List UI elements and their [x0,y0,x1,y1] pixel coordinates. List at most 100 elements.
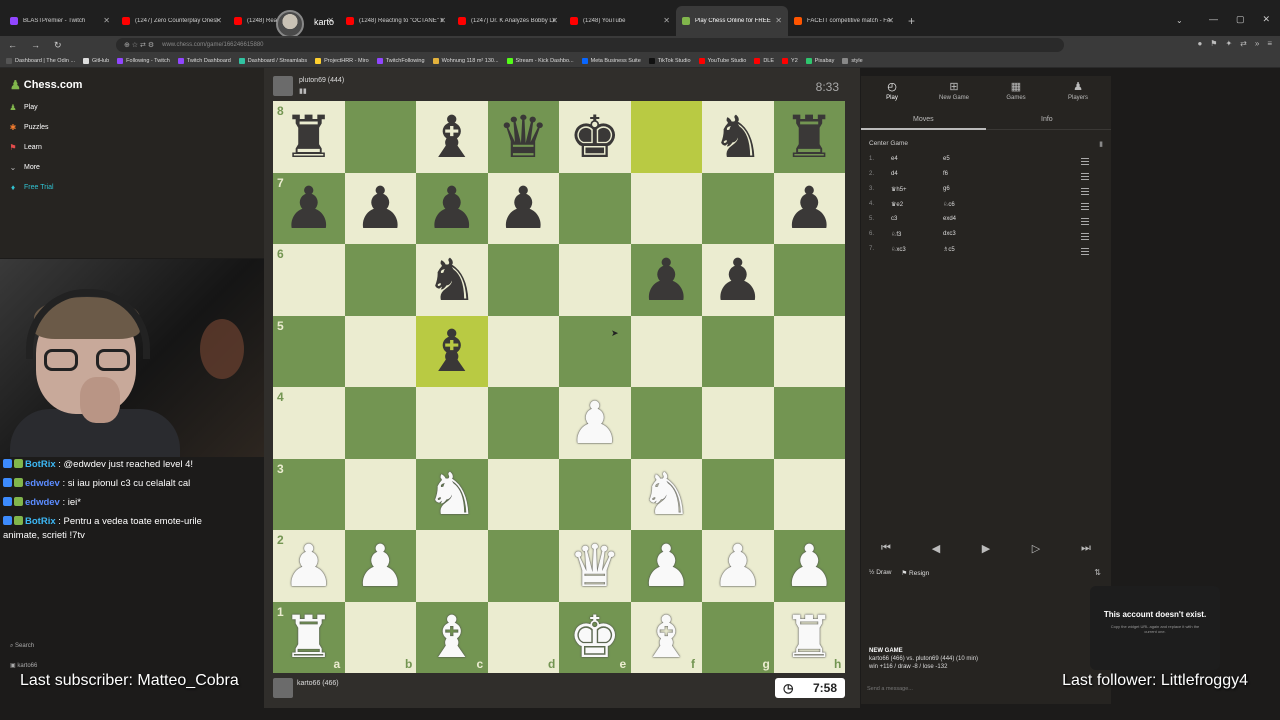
tab-close-icon[interactable]: ✕ [439,16,446,25]
tab-close-icon[interactable]: ✕ [887,16,894,25]
white-move[interactable]: ♛e2 [891,201,903,208]
white-pawn-icon[interactable]: ♟ [345,530,417,602]
sidebar-search[interactable]: ⌕ Search [10,643,34,650]
extension-icon[interactable]: ✦ [1225,39,1232,48]
sidebar-user[interactable]: ▣ karto66 [10,662,37,669]
square-g4[interactable] [702,387,774,459]
white-knight-icon[interactable]: ♞ [631,459,703,531]
square-f4[interactable] [630,387,702,459]
tab-play[interactable]: ◴ Play [861,80,923,101]
bookmark-item[interactable]: Dashboard | The Odin ... [6,57,75,64]
sidebar-item-play[interactable]: ♟ Play [8,103,37,112]
new-tab-button[interactable]: + [908,14,915,28]
white-move[interactable]: e4 [891,156,898,162]
black-move[interactable]: ♘c6 [943,201,955,208]
square-e5[interactable] [559,315,631,387]
opponent-name[interactable]: pluton69 (444) [299,77,344,84]
bookmark-item[interactable]: Meta Business Suite [581,57,641,64]
extension-icon[interactable]: ⚑ [1210,39,1217,48]
black-move[interactable]: ♗c5 [943,246,955,253]
browser-menu-icon[interactable]: ≡ [1267,39,1272,48]
tab-players[interactable]: ♟ Players [1047,80,1109,101]
black-move[interactable]: exd4 [943,216,956,222]
bookmark-item[interactable]: Twitch Dashboard [177,57,231,64]
black-pawn-icon[interactable]: ♟ [631,244,703,316]
bookmark-item[interactable]: Following - Twitch [117,57,170,64]
white-move[interactable]: ♘f3 [891,231,901,238]
browser-tab[interactable]: Play Chess Online for FREE ✕ [676,6,788,36]
next-move-button[interactable]: ▷ [1016,542,1056,555]
close-window-icon[interactable]: ✕ [1262,14,1270,25]
square-g3[interactable] [702,458,774,530]
sidebar-item-free-trial[interactable]: ♦ Free Trial [8,183,54,192]
square-b3[interactable] [344,458,416,530]
square-b5[interactable] [344,315,416,387]
forward-icon[interactable]: → [31,40,40,51]
square-f8[interactable] [630,101,702,173]
square-d2[interactable] [487,530,559,602]
black-king-icon[interactable]: ♚ [559,101,631,173]
bookmark-item[interactable]: ProjectHRR - Miro [315,57,369,64]
tab-new-game[interactable]: ⊞ New Game [923,80,985,101]
tab-games[interactable]: ▦ Games [985,80,1047,101]
chat-username[interactable]: edwdev [25,497,60,508]
minimize-icon[interactable]: — [1209,14,1218,25]
tab-close-icon[interactable]: ✕ [551,16,558,25]
bookmark-item[interactable]: DLE [754,57,774,64]
square-h4[interactable] [773,387,845,459]
more-tools-icon[interactable]: » [1255,39,1259,48]
white-pawn-icon[interactable]: ♟ [631,530,703,602]
square-d5[interactable] [487,315,559,387]
white-move[interactable]: ♛h5+ [891,186,907,193]
white-pawn-icon[interactable]: ♟ [559,387,631,459]
bookmark-item[interactable]: TwitchFollowing [376,57,425,64]
tab-search-icon[interactable]: ⌄ [1176,16,1183,25]
extension-icon[interactable]: ⇄ [1240,39,1247,48]
black-knight-icon[interactable]: ♞ [702,101,774,173]
black-pawn-icon[interactable]: ♟ [774,173,846,245]
black-move[interactable]: g6 [943,186,950,192]
square-e3[interactable] [559,458,631,530]
browser-tab[interactable]: FACEIT competitive match - FA ✕ [788,6,900,36]
black-rook-icon[interactable]: ♜ [774,101,846,173]
black-move[interactable]: dxc3 [943,231,956,237]
square-f5[interactable] [630,315,702,387]
white-queen-icon[interactable]: ♛ [559,530,631,602]
player-avatar[interactable] [273,678,293,698]
sidebar-item-more[interactable]: ⌄ More [8,163,40,172]
chat-username[interactable]: edwdev [25,478,60,489]
square-g7[interactable] [702,172,774,244]
square-d4[interactable] [487,387,559,459]
book-icon[interactable]: ▮ [1099,140,1103,148]
bookmark-item[interactable]: TikTok Studio [648,57,691,64]
square-g5[interactable] [702,315,774,387]
square-c2[interactable] [416,530,488,602]
square-h3[interactable] [773,458,845,530]
square-f7[interactable] [630,172,702,244]
black-bishop-icon[interactable]: ♝ [416,316,488,388]
square-b4[interactable] [344,387,416,459]
extension-icon[interactable]: ● [1197,39,1202,48]
last-move-button[interactable]: ⏭ [1066,542,1106,555]
chat-username[interactable]: BotRix [25,516,56,527]
square-d6[interactable] [487,244,559,316]
black-move[interactable]: f6 [943,171,948,177]
chat-username[interactable]: BotRix [25,459,56,470]
black-pawn-icon[interactable]: ♟ [488,173,560,245]
black-pawn-icon[interactable]: ♟ [345,173,417,245]
square-c4[interactable] [416,387,488,459]
opponent-avatar[interactable] [273,76,293,96]
bookmark-item[interactable]: Pixabay [805,57,834,64]
square-b6[interactable] [344,244,416,316]
black-pawn-icon[interactable]: ♟ [416,173,488,245]
white-knight-icon[interactable]: ♞ [416,459,488,531]
reload-icon[interactable]: ↻ [54,40,62,51]
white-pawn-icon[interactable]: ♟ [702,530,774,602]
square-b8[interactable] [344,101,416,173]
flip-board-icon[interactable]: ⇅ [1094,568,1101,577]
browser-tab[interactable]: BLASTPremier - Twitch ✕ [4,6,116,36]
white-move[interactable]: d4 [891,171,898,177]
browser-tab[interactable]: (1248) YouTube ✕ [564,6,676,36]
profile-avatar[interactable] [276,10,304,38]
browser-tab[interactable]: (1247) Dr. K Analyzes Bobby Le ✕ [452,6,564,36]
